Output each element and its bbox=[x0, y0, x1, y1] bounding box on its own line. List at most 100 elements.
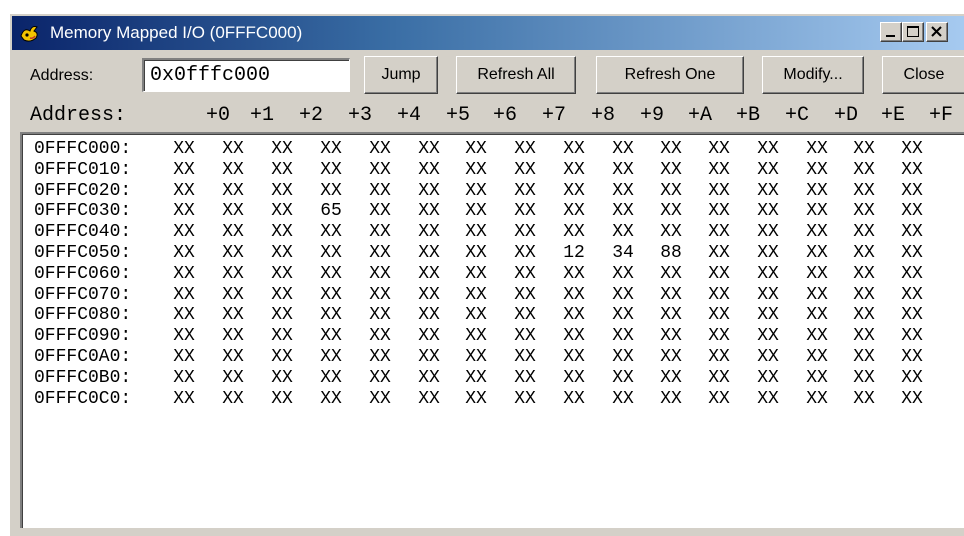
memory-cell[interactable]: XX bbox=[699, 222, 739, 242]
memory-cell[interactable]: XX bbox=[651, 222, 691, 242]
memory-cell[interactable]: XX bbox=[651, 347, 691, 367]
memory-cell[interactable]: XX bbox=[651, 368, 691, 388]
memory-cell[interactable]: XX bbox=[699, 160, 739, 180]
memory-cell[interactable]: XX bbox=[844, 139, 884, 159]
memory-cell[interactable]: XX bbox=[360, 389, 400, 409]
memory-cell[interactable]: XX bbox=[456, 264, 496, 284]
memory-cell[interactable]: XX bbox=[554, 201, 594, 221]
memory-cell[interactable]: XX bbox=[892, 326, 932, 346]
memory-cell[interactable]: XX bbox=[164, 222, 204, 242]
memory-cell[interactable]: XX bbox=[311, 389, 351, 409]
memory-cell[interactable]: XX bbox=[164, 305, 204, 325]
memory-cell[interactable]: XX bbox=[699, 264, 739, 284]
memory-cell[interactable]: XX bbox=[360, 139, 400, 159]
memory-cell[interactable]: XX bbox=[164, 243, 204, 263]
memory-cell[interactable]: XX bbox=[164, 389, 204, 409]
memory-cell[interactable]: XX bbox=[554, 264, 594, 284]
memory-cell[interactable]: XX bbox=[699, 139, 739, 159]
memory-cell[interactable]: XX bbox=[699, 389, 739, 409]
memory-cell[interactable]: XX bbox=[262, 264, 302, 284]
memory-cell[interactable]: XX bbox=[603, 222, 643, 242]
memory-cell[interactable]: XX bbox=[360, 181, 400, 201]
memory-cell[interactable]: XX bbox=[409, 264, 449, 284]
refresh-all-button[interactable]: Refresh All bbox=[456, 56, 576, 94]
memory-cell[interactable]: XX bbox=[892, 368, 932, 388]
memory-cell[interactable]: XX bbox=[603, 201, 643, 221]
memory-cell[interactable]: XX bbox=[844, 389, 884, 409]
memory-cell[interactable]: XX bbox=[262, 243, 302, 263]
memory-cell[interactable]: XX bbox=[360, 368, 400, 388]
memory-cell[interactable]: XX bbox=[311, 305, 351, 325]
memory-cell[interactable]: XX bbox=[311, 181, 351, 201]
memory-cell[interactable]: XX bbox=[651, 305, 691, 325]
title-bar[interactable]: Memory Mapped I/O (0FFFC000) bbox=[12, 16, 964, 50]
memory-cell[interactable]: XX bbox=[456, 305, 496, 325]
memory-cell[interactable]: XX bbox=[505, 243, 545, 263]
memory-cell[interactable]: XX bbox=[603, 305, 643, 325]
memory-cell[interactable]: XX bbox=[505, 181, 545, 201]
memory-cell[interactable]: XX bbox=[748, 139, 788, 159]
memory-cell[interactable]: 34 bbox=[603, 243, 643, 263]
memory-cell[interactable]: XX bbox=[505, 347, 545, 367]
memory-cell[interactable]: XX bbox=[409, 285, 449, 305]
memory-cell[interactable]: XX bbox=[505, 305, 545, 325]
refresh-one-button[interactable]: Refresh One bbox=[596, 56, 744, 94]
memory-cell[interactable]: XX bbox=[360, 347, 400, 367]
memory-cell[interactable]: XX bbox=[213, 201, 253, 221]
memory-cell[interactable]: XX bbox=[456, 243, 496, 263]
memory-cell[interactable]: XX bbox=[360, 201, 400, 221]
memory-cell[interactable]: XX bbox=[311, 222, 351, 242]
memory-cell[interactable]: XX bbox=[748, 201, 788, 221]
memory-cell[interactable]: XX bbox=[505, 389, 545, 409]
memory-cell[interactable]: XX bbox=[360, 243, 400, 263]
memory-cell[interactable]: XX bbox=[213, 222, 253, 242]
memory-cell[interactable]: XX bbox=[311, 243, 351, 263]
memory-cell[interactable]: XX bbox=[892, 181, 932, 201]
memory-cell[interactable]: XX bbox=[164, 139, 204, 159]
memory-cell[interactable]: XX bbox=[262, 160, 302, 180]
memory-cell[interactable]: XX bbox=[262, 347, 302, 367]
memory-cell[interactable]: XX bbox=[892, 222, 932, 242]
memory-cell[interactable]: XX bbox=[262, 305, 302, 325]
memory-cell[interactable]: XX bbox=[554, 181, 594, 201]
memory-cell[interactable]: XX bbox=[213, 326, 253, 346]
memory-cell[interactable]: XX bbox=[213, 305, 253, 325]
memory-cell[interactable]: XX bbox=[797, 181, 837, 201]
memory-cell[interactable]: XX bbox=[844, 243, 884, 263]
memory-cell[interactable]: XX bbox=[699, 285, 739, 305]
memory-cell[interactable]: XX bbox=[554, 160, 594, 180]
memory-cell[interactable]: XX bbox=[651, 139, 691, 159]
memory-cell[interactable]: XX bbox=[213, 285, 253, 305]
memory-cell[interactable]: XX bbox=[360, 264, 400, 284]
memory-cell[interactable]: XX bbox=[844, 160, 884, 180]
memory-cell[interactable]: XX bbox=[311, 326, 351, 346]
memory-cell[interactable]: XX bbox=[603, 139, 643, 159]
memory-cell[interactable]: XX bbox=[748, 222, 788, 242]
memory-cell[interactable]: XX bbox=[603, 264, 643, 284]
memory-cell[interactable]: XX bbox=[409, 347, 449, 367]
maximize-button[interactable] bbox=[902, 22, 924, 42]
memory-cell[interactable]: XX bbox=[213, 368, 253, 388]
memory-dump-pane[interactable]: 0FFFC000: XX XX XX XX XX XX XX XX XX XX XX XX XX XX XX X… bbox=[20, 132, 964, 528]
memory-cell[interactable]: XX bbox=[456, 368, 496, 388]
memory-cell[interactable]: XX bbox=[456, 285, 496, 305]
memory-cell[interactable]: XX bbox=[797, 243, 837, 263]
memory-cell[interactable]: XX bbox=[748, 305, 788, 325]
memory-cell[interactable]: XX bbox=[456, 326, 496, 346]
memory-cell[interactable]: XX bbox=[505, 285, 545, 305]
memory-cell[interactable]: XX bbox=[409, 389, 449, 409]
memory-cell[interactable]: XX bbox=[554, 368, 594, 388]
memory-cell[interactable]: XX bbox=[651, 160, 691, 180]
memory-cell[interactable]: XX bbox=[505, 222, 545, 242]
memory-cell[interactable]: XX bbox=[164, 285, 204, 305]
memory-cell[interactable]: XX bbox=[456, 389, 496, 409]
memory-cell[interactable]: XX bbox=[797, 389, 837, 409]
memory-cell[interactable]: XX bbox=[603, 326, 643, 346]
memory-cell[interactable]: XX bbox=[456, 139, 496, 159]
memory-cell[interactable]: XX bbox=[213, 160, 253, 180]
memory-cell[interactable]: XX bbox=[651, 389, 691, 409]
memory-cell[interactable]: XX bbox=[505, 264, 545, 284]
memory-cell[interactable]: XX bbox=[360, 326, 400, 346]
memory-cell[interactable]: XX bbox=[262, 139, 302, 159]
address-input[interactable] bbox=[142, 58, 350, 92]
